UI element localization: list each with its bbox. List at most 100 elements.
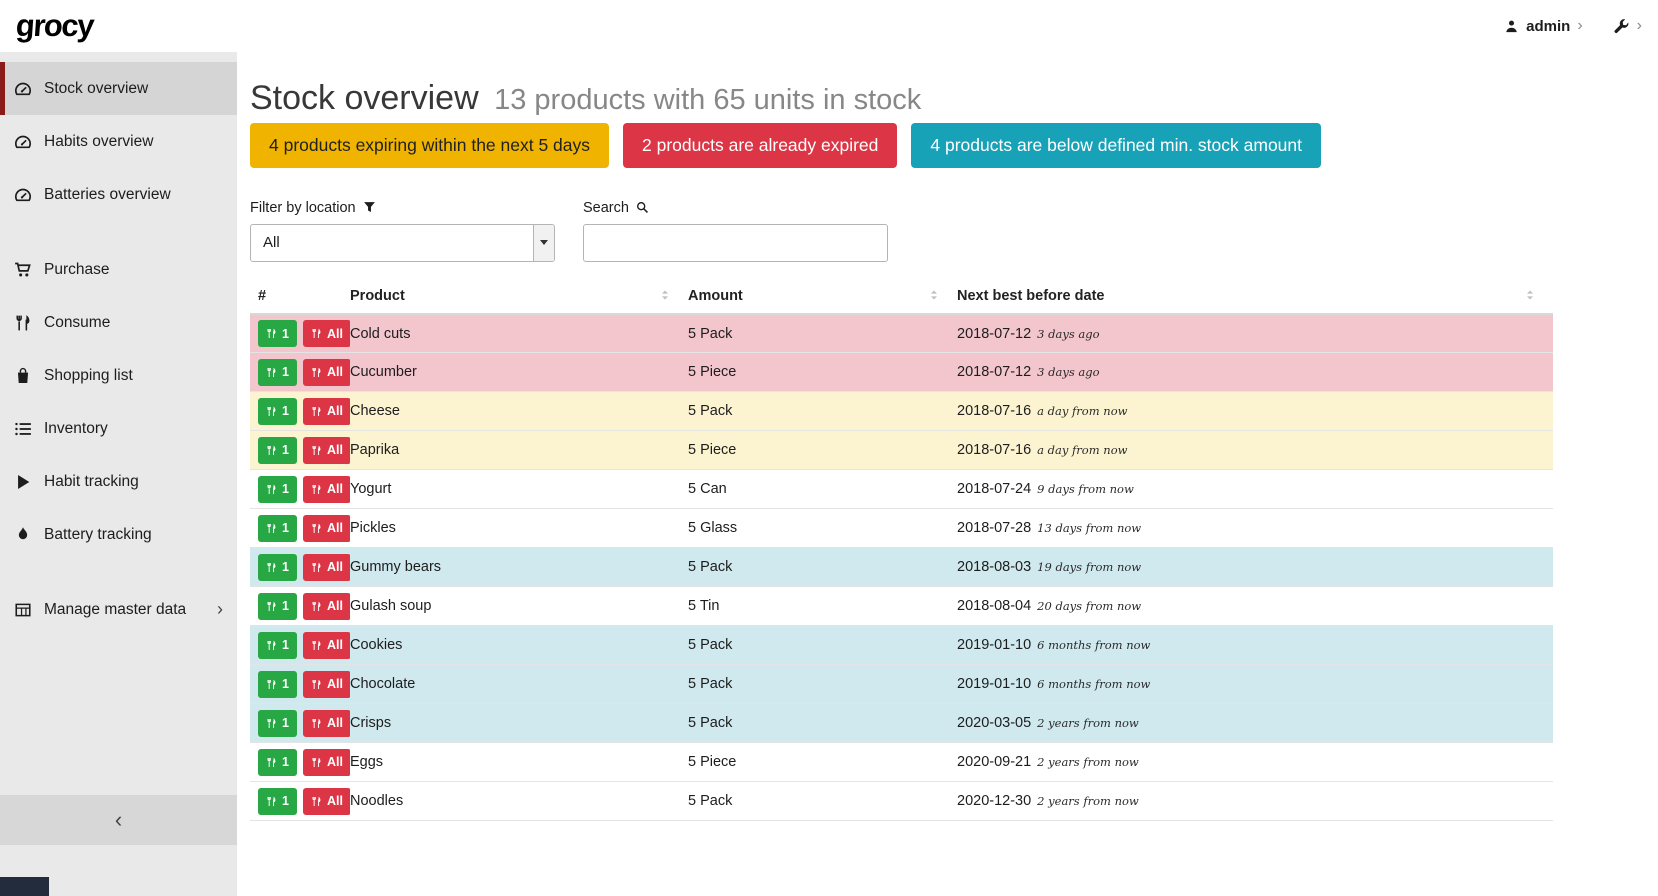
best-before-cell: 2018-07-249 days from now [957,470,1553,509]
consume-one-button[interactable]: 1 [258,632,297,659]
sidebar-item-inventory[interactable]: Inventory [0,402,237,455]
product-cell: Gulash soup [350,587,688,626]
settings-menu[interactable]: › [1613,18,1642,35]
search-input[interactable] [583,224,888,262]
consume-one-button[interactable]: 1 [258,554,297,581]
sidebar-item-habits-overview[interactable]: Habits overview [0,115,237,168]
sidebar-nav: Stock overview Habits overview Batteries o… [0,52,237,636]
sidebar-collapse-button[interactable]: ‹ [0,795,237,845]
consume-all-button[interactable]: All [303,437,350,464]
consume-all-label: All [327,365,343,379]
consume-one-button[interactable]: 1 [258,359,297,386]
best-before-cell: 2019-01-106 months from now [957,626,1553,665]
alert-button-info[interactable]: 4 products are below defined min. stock … [911,123,1321,168]
consume-one-button[interactable]: 1 [258,398,297,425]
app-logo[interactable]: grocy [15,8,94,44]
due-relative-text: 2 years from now [1037,716,1139,730]
consume-all-button[interactable]: All [303,749,350,776]
amount-cell: 5 Pack [688,665,957,704]
consume-all-button[interactable]: All [303,515,350,542]
consume-all-button[interactable]: All [303,320,350,347]
consume-all-button[interactable]: All [303,476,350,503]
due-relative-text: a day from now [1037,443,1127,457]
column-label: Amount [688,288,743,304]
gauge-icon [14,133,32,151]
column-header-product[interactable]: Product [350,284,688,314]
consume-all-label: All [327,327,343,341]
consume-all-label: All [327,560,343,574]
consume-all-button[interactable]: All [303,671,350,698]
consume-all-button[interactable]: All [303,359,350,386]
sidebar-item-label: Consume [44,314,110,332]
consume-one-button[interactable]: 1 [258,593,297,620]
best-before-cell: 2018-07-2813 days from now [957,509,1553,548]
best-before-cell: 2018-07-16a day from now [957,392,1553,431]
consume-one-button[interactable]: 1 [258,476,297,503]
filter-label-text: Filter by location [250,200,356,216]
sidebar: Stock overview Habits overview Batteries o… [0,52,237,896]
consume-all-button[interactable]: All [303,398,350,425]
consume-one-button[interactable]: 1 [258,320,297,347]
amount-cell: 5 Pack [688,782,957,821]
consume-one-button[interactable]: 1 [258,515,297,542]
bag-icon [14,367,32,385]
alert-button-danger[interactable]: 2 products are already expired [623,123,897,168]
table-row: 1AllPickles5 Glass2018-07-2813 days from… [250,509,1553,548]
sidebar-item-stock-overview[interactable]: Stock overview [0,62,237,115]
status-alerts: 4 products expiring within the next 5 da… [250,123,1553,168]
column-label: Product [350,288,405,304]
column-header-amount[interactable]: Amount [688,284,957,314]
table-body: 1AllCold cuts5 Pack2018-07-123 days ago1… [250,314,1553,821]
consume-one-button[interactable]: 1 [258,437,297,464]
column-header-next-best-before-date[interactable]: Next best before date [957,284,1553,314]
location-filter-select[interactable]: All [250,224,555,262]
grid-icon [14,601,32,619]
consume-one-button[interactable]: 1 [258,749,297,776]
utensils-icon [266,562,277,573]
sidebar-item-consume[interactable]: Consume [0,296,237,349]
table-header-row: #ProductAmountNext best before date [250,284,1553,314]
due-relative-text: 3 days ago [1037,327,1099,341]
filter-icon [363,201,376,214]
sidebar-item-battery-tracking[interactable]: Battery tracking [0,508,237,561]
user-menu[interactable]: admin › [1504,18,1583,35]
utensils-icon [266,328,277,339]
consume-all-button[interactable]: All [303,593,350,620]
consume-all-label: All [327,404,343,418]
sidebar-item-shopping-list[interactable]: Shopping list [0,349,237,402]
search-icon [636,201,649,214]
utensils-icon [311,328,322,339]
consume-all-button[interactable]: All [303,554,350,581]
chevron-left-icon: ‹ [115,807,122,833]
consume-all-label: All [327,521,343,535]
topbar-right: admin › › [1504,18,1642,35]
location-filter-control: Filter by location All [250,200,555,262]
sidebar-item-label: Stock overview [44,80,148,98]
actions-cell: 1 All [250,314,350,353]
sidebar-item-manage-master-data[interactable]: Manage master data› [0,583,237,636]
consume-one-button[interactable]: 1 [258,788,297,815]
alert-button-warning[interactable]: 4 products expiring within the next 5 da… [250,123,609,168]
chevron-right-icon: › [1637,18,1642,34]
user-icon [1504,19,1519,34]
consume-all-button[interactable]: All [303,710,350,737]
consume-one-label: 1 [282,716,289,730]
main-content: Stock overview 13 products with 65 units… [237,52,1658,896]
utensils-icon [266,484,277,495]
consume-all-button[interactable]: All [303,632,350,659]
sidebar-item-habit-tracking[interactable]: Habit tracking [0,455,237,508]
consume-all-label: All [327,443,343,457]
consume-one-button[interactable]: 1 [258,671,297,698]
consume-all-label: All [327,599,343,613]
utensils-icon [266,718,277,729]
consume-all-button[interactable]: All [303,788,350,815]
sidebar-item-purchase[interactable]: Purchase [0,243,237,296]
sidebar-item-label: Habits overview [44,133,153,151]
consume-one-label: 1 [282,521,289,535]
consume-one-button[interactable]: 1 [258,710,297,737]
actions-cell: 1All [250,470,350,509]
product-cell: Noodles [350,782,688,821]
product-cell: Cheese [350,392,688,431]
sidebar-item-batteries-overview[interactable]: Batteries overview [0,168,237,221]
consume-all-label: All [327,716,343,730]
